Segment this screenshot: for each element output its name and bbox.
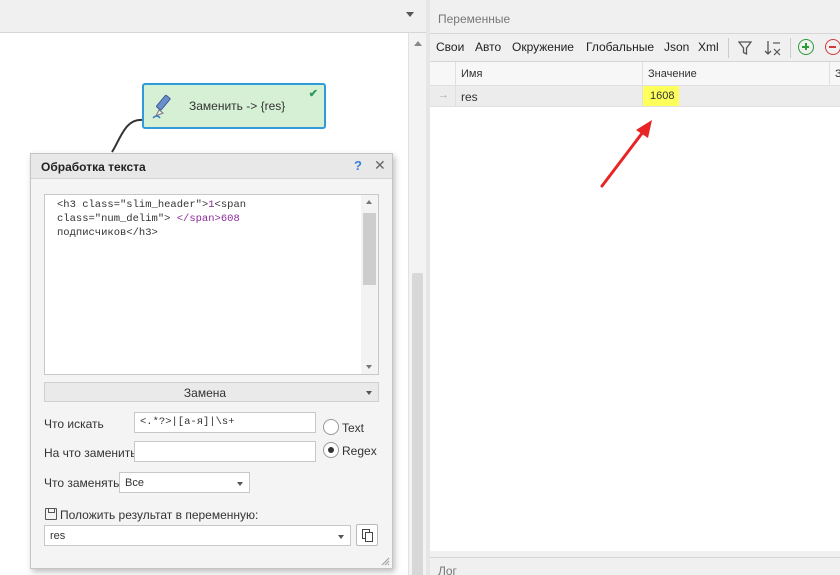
radio-regex-label[interactable]: Regex xyxy=(342,444,377,458)
close-icon[interactable]: ✕ xyxy=(374,157,386,174)
search-value: <.*?>|[а-я]|\s+ xyxy=(140,416,235,428)
log-title: Лог xyxy=(438,564,457,575)
scroll-down-icon[interactable] xyxy=(366,365,372,369)
scroll-up-icon[interactable] xyxy=(414,41,422,46)
resize-grip-icon[interactable] xyxy=(380,556,390,566)
scroll-thumb[interactable] xyxy=(412,273,423,575)
grid-header: Имя Значение З xyxy=(430,62,840,86)
save-result-label: Положить результат в переменную: xyxy=(60,508,259,522)
save-icon xyxy=(45,508,57,520)
log-panel-header[interactable]: Лог xyxy=(430,557,840,575)
scroll-up-icon[interactable] xyxy=(366,200,372,204)
toolbar-separator xyxy=(790,38,791,58)
chevron-down-icon xyxy=(366,391,372,395)
column-separator xyxy=(455,86,456,107)
replace-label: На что заменить xyxy=(44,446,137,460)
search-label: Что искать xyxy=(44,417,104,431)
search-input[interactable]: <.*?>|[а-я]|\s+ xyxy=(134,412,316,433)
scroll-thumb[interactable] xyxy=(363,213,376,285)
row-indicator-icon: → xyxy=(438,89,449,101)
replace-input[interactable] xyxy=(134,441,316,462)
check-icon: ✔ xyxy=(308,88,318,100)
remove-icon[interactable] xyxy=(825,39,840,55)
replace-what-value: Все xyxy=(125,477,144,489)
panel-title: Переменные xyxy=(438,12,511,26)
table-row[interactable]: → res 1608 xyxy=(430,86,840,107)
copy-button[interactable] xyxy=(356,524,378,546)
node-title: Заменить -> {res} xyxy=(189,99,286,113)
radio-regex[interactable] xyxy=(323,442,339,458)
variable-name[interactable]: res xyxy=(461,90,478,104)
tab-own[interactable]: Свои xyxy=(436,40,464,54)
add-icon[interactable] xyxy=(798,39,814,55)
result-variable-select[interactable]: res xyxy=(44,525,351,546)
sort-icon[interactable] xyxy=(764,40,782,56)
chevron-down-icon xyxy=(237,482,243,486)
column-separator xyxy=(642,86,643,107)
tab-xml[interactable]: Xml xyxy=(698,40,719,54)
tab-auto[interactable]: Авто xyxy=(475,40,501,54)
project-canvas[interactable]: Заменить -> {res} ✔ Обработка текста ? ✕… xyxy=(0,0,426,575)
text-processing-dialog: Обработка текста ? ✕ <h3 class="slim_hea… xyxy=(30,153,393,569)
canvas-toolbar xyxy=(0,0,426,33)
toolbar-separator xyxy=(728,38,729,58)
replace-what-select[interactable]: Все xyxy=(119,472,250,493)
arrow-annotation xyxy=(600,120,652,188)
tab-json[interactable]: Json xyxy=(664,40,689,54)
dialog-header[interactable]: Обработка текста ? ✕ xyxy=(31,154,392,179)
variable-value-cell[interactable]: 1608 xyxy=(643,86,679,106)
dialog-title: Обработка текста xyxy=(41,160,146,174)
tab-environment[interactable]: Окружение xyxy=(512,40,574,54)
col-extra[interactable]: З xyxy=(835,68,840,80)
variables-panel: Переменные Свои Авто Окружение Глобальны… xyxy=(430,0,840,575)
col-name[interactable]: Имя xyxy=(461,68,482,80)
radio-text-label[interactable]: Text xyxy=(342,421,364,435)
copy-icon-front xyxy=(365,532,373,542)
col-value[interactable]: Значение xyxy=(648,68,697,80)
mode-select[interactable]: Замена xyxy=(44,382,379,402)
mode-value: Замена xyxy=(183,386,227,400)
chevron-down-icon[interactable] xyxy=(406,12,414,17)
action-node[interactable]: Заменить -> {res} ✔ xyxy=(142,83,326,129)
result-variable-value: res xyxy=(50,530,66,542)
textarea-scrollbar[interactable] xyxy=(361,195,378,374)
canvas-scrollbar[interactable] xyxy=(408,33,426,575)
input-text-area[interactable]: <h3 class="slim_header">1<span class="nu… xyxy=(44,194,379,375)
input-text: <h3 class="slim_header">1<span class="nu… xyxy=(57,199,247,239)
help-icon[interactable]: ? xyxy=(354,158,362,173)
filter-icon[interactable] xyxy=(738,40,752,56)
variable-value: 1608 xyxy=(650,90,675,102)
tab-global[interactable]: Глобальные xyxy=(586,40,654,54)
pen-icon xyxy=(152,94,171,119)
chevron-down-icon xyxy=(338,535,344,539)
radio-text[interactable] xyxy=(323,419,339,435)
replace-what-label: Что заменять xyxy=(44,476,120,490)
